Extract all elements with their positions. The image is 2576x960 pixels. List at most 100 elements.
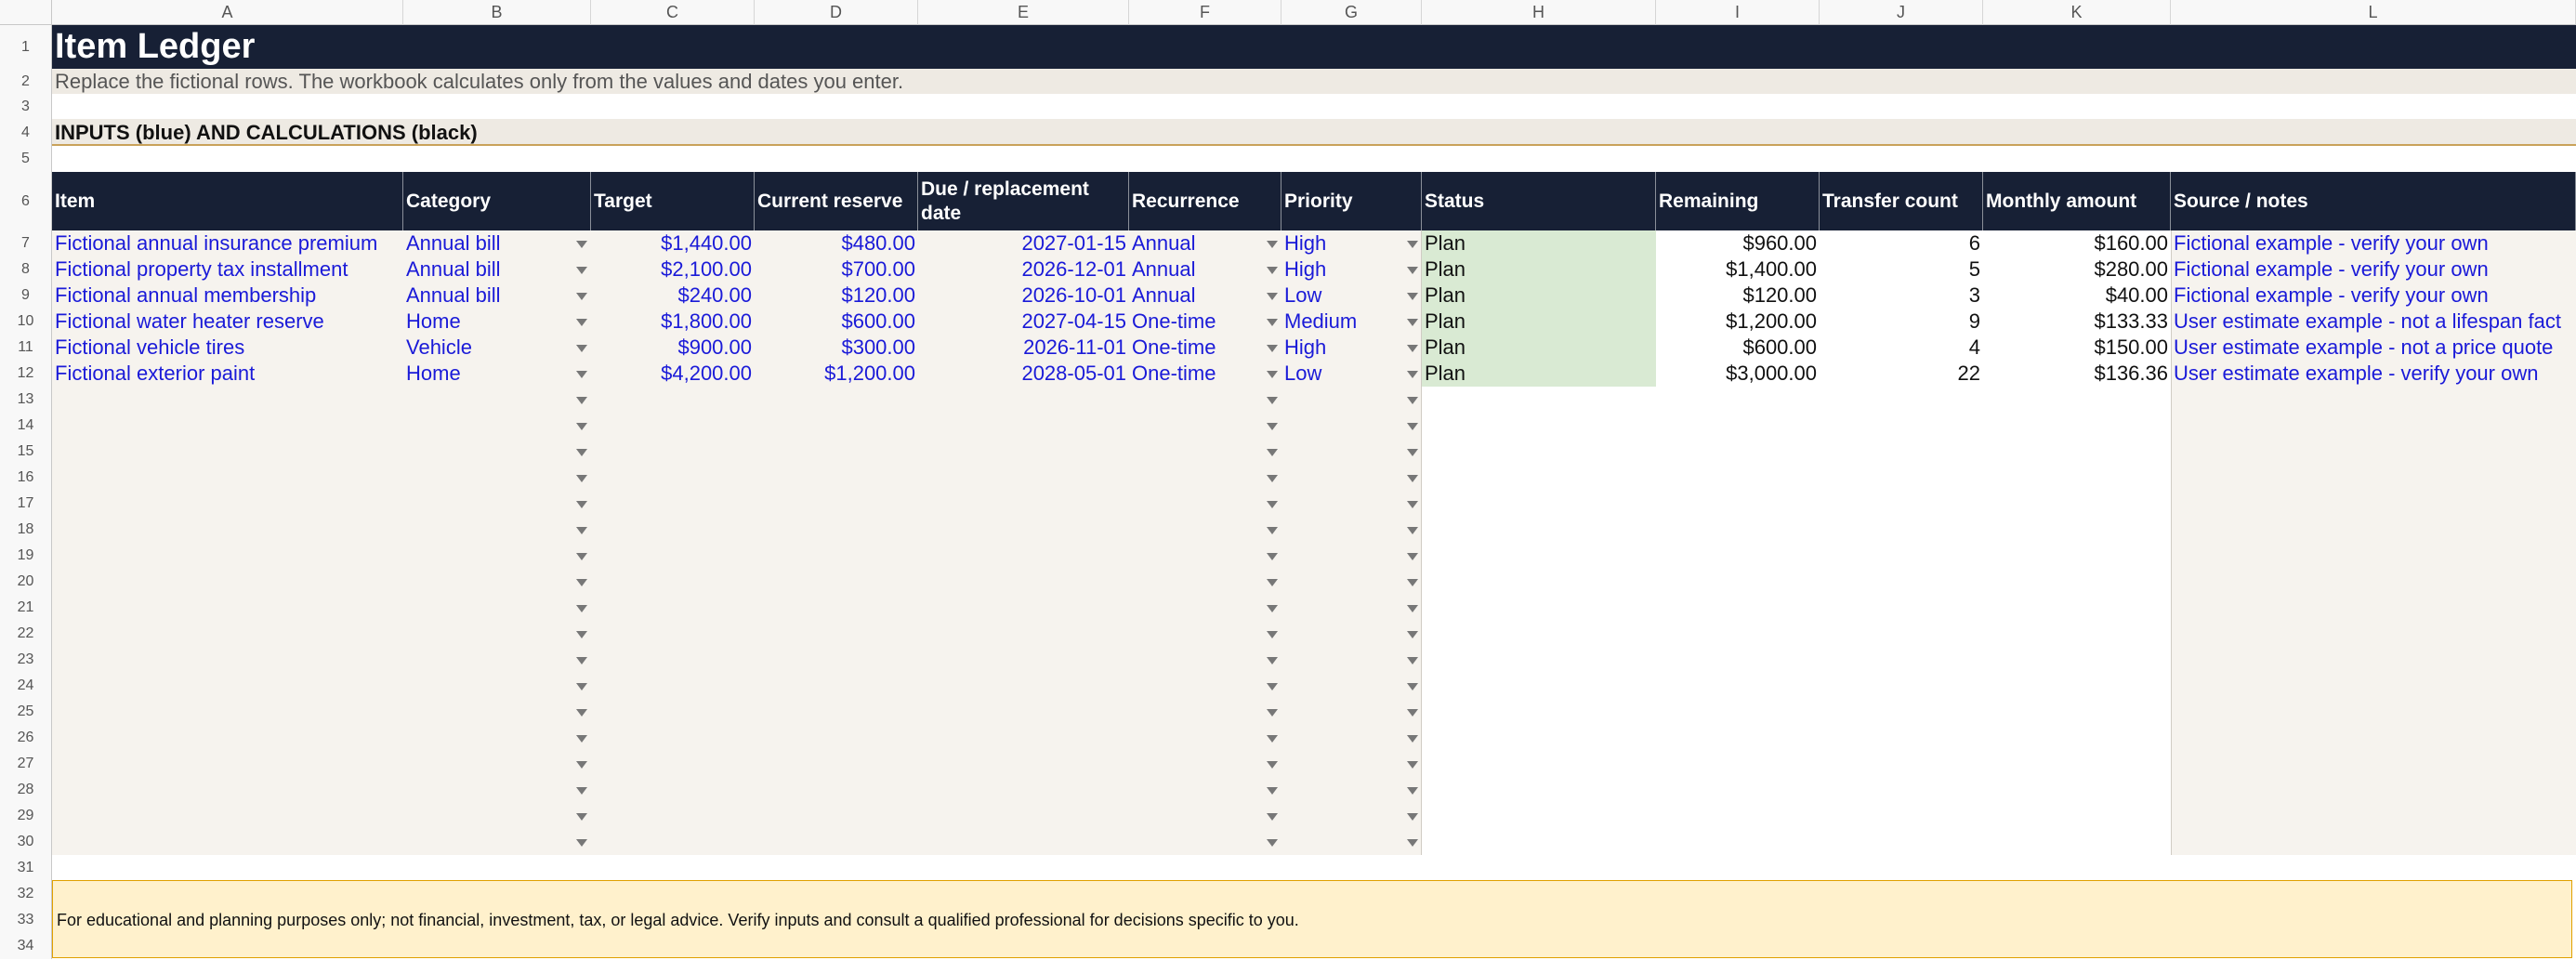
recurrence-cell[interactable]: Annual xyxy=(1129,283,1281,309)
row-header-25[interactable]: 25 xyxy=(0,699,52,725)
due-cell[interactable]: 2028-05-01 xyxy=(918,361,1129,387)
header-cell[interactable]: Item xyxy=(52,172,403,230)
recurrence-cell[interactable]: Annual xyxy=(1129,230,1281,256)
priority-cell[interactable]: Medium xyxy=(1281,309,1422,335)
chevron-down-icon[interactable] xyxy=(1267,605,1278,612)
transfers-cell[interactable]: 3 xyxy=(1820,283,1983,309)
priority-cell[interactable]: Low xyxy=(1281,283,1422,309)
chevron-down-icon[interactable] xyxy=(1267,683,1278,690)
column-header-h[interactable]: H xyxy=(1422,0,1656,25)
reserve-cell[interactable]: $480.00 xyxy=(755,230,918,256)
row-header-15[interactable]: 15 xyxy=(0,439,52,465)
chevron-down-icon[interactable] xyxy=(1267,449,1278,456)
status-cell[interactable]: Plan xyxy=(1422,361,1656,387)
column-header-j[interactable]: J xyxy=(1820,0,1983,25)
reserve-cell[interactable]: $120.00 xyxy=(755,283,918,309)
row-header-11[interactable]: 11 xyxy=(0,335,52,361)
chevron-down-icon[interactable] xyxy=(1267,475,1278,482)
header-cell[interactable]: Current reserve xyxy=(755,172,918,230)
header-cell[interactable]: Recurrence xyxy=(1129,172,1281,230)
chevron-down-icon[interactable] xyxy=(576,683,587,690)
item-cell[interactable]: Fictional vehicle tires xyxy=(52,335,403,361)
select-all-corner[interactable] xyxy=(0,0,52,25)
due-cell[interactable]: 2026-10-01 xyxy=(918,283,1129,309)
transfers-cell[interactable]: 5 xyxy=(1820,256,1983,283)
target-cell[interactable]: $4,200.00 xyxy=(591,361,755,387)
chevron-down-icon[interactable] xyxy=(576,579,587,586)
row-header-33[interactable]: 33 xyxy=(0,907,52,933)
category-cell[interactable]: Home xyxy=(403,361,591,387)
chevron-down-icon[interactable] xyxy=(1267,553,1278,560)
header-cell[interactable]: Category xyxy=(403,172,591,230)
sheet-subtitle[interactable]: Replace the fictional rows. The workbook… xyxy=(52,69,906,94)
chevron-down-icon[interactable] xyxy=(576,449,587,456)
chevron-down-icon[interactable] xyxy=(1267,241,1278,248)
header-cell[interactable]: Monthly amount xyxy=(1983,172,2171,230)
due-cell[interactable]: 2026-11-01 xyxy=(918,335,1129,361)
chevron-down-icon[interactable] xyxy=(1407,267,1418,274)
sheet-title[interactable]: Item Ledger xyxy=(52,25,257,69)
chevron-down-icon[interactable] xyxy=(1267,761,1278,769)
row-header-21[interactable]: 21 xyxy=(0,595,52,621)
chevron-down-icon[interactable] xyxy=(1407,449,1418,456)
notes-cell[interactable]: User estimate example - verify your own xyxy=(2171,361,2576,387)
chevron-down-icon[interactable] xyxy=(576,761,587,769)
chevron-down-icon[interactable] xyxy=(576,631,587,638)
monthly-cell[interactable]: $150.00 xyxy=(1983,335,2171,361)
chevron-down-icon[interactable] xyxy=(1267,423,1278,430)
row-header-9[interactable]: 9 xyxy=(0,283,52,309)
target-cell[interactable]: $240.00 xyxy=(591,283,755,309)
row-header-1[interactable]: 1 xyxy=(0,25,52,69)
row-header-31[interactable]: 31 xyxy=(0,855,52,881)
column-header-g[interactable]: G xyxy=(1281,0,1422,25)
item-cell[interactable]: Fictional annual membership xyxy=(52,283,403,309)
priority-cell[interactable]: High xyxy=(1281,230,1422,256)
row-header-23[interactable]: 23 xyxy=(0,647,52,673)
chevron-down-icon[interactable] xyxy=(1407,241,1418,248)
status-cell[interactable]: Plan xyxy=(1422,335,1656,361)
chevron-down-icon[interactable] xyxy=(1267,787,1278,795)
reserve-cell[interactable]: $300.00 xyxy=(755,335,918,361)
transfers-cell[interactable]: 4 xyxy=(1820,335,1983,361)
target-cell[interactable]: $1,800.00 xyxy=(591,309,755,335)
row-header-5[interactable]: 5 xyxy=(0,146,52,172)
recurrence-cell[interactable]: One-time xyxy=(1129,335,1281,361)
column-header-a[interactable]: A xyxy=(52,0,403,25)
target-cell[interactable]: $2,100.00 xyxy=(591,256,755,283)
chevron-down-icon[interactable] xyxy=(1267,631,1278,638)
chevron-down-icon[interactable] xyxy=(576,371,587,378)
remaining-cell[interactable]: $600.00 xyxy=(1656,335,1820,361)
chevron-down-icon[interactable] xyxy=(576,241,587,248)
chevron-down-icon[interactable] xyxy=(576,423,587,430)
chevron-down-icon[interactable] xyxy=(1407,631,1418,638)
transfers-cell[interactable]: 22 xyxy=(1820,361,1983,387)
notes-cell[interactable]: Fictional example - verify your own xyxy=(2171,283,2576,309)
item-cell[interactable]: Fictional exterior paint xyxy=(52,361,403,387)
chevron-down-icon[interactable] xyxy=(1267,813,1278,821)
header-cell[interactable]: Source / notes xyxy=(2171,172,2576,230)
chevron-down-icon[interactable] xyxy=(1407,501,1418,508)
remaining-cell[interactable]: $1,400.00 xyxy=(1656,256,1820,283)
header-cell[interactable]: Due / replacement date xyxy=(918,172,1129,230)
recurrence-cell[interactable]: One-time xyxy=(1129,309,1281,335)
notes-cell[interactable]: Fictional example - verify your own xyxy=(2171,230,2576,256)
remaining-cell[interactable]: $1,200.00 xyxy=(1656,309,1820,335)
chevron-down-icon[interactable] xyxy=(576,475,587,482)
chevron-down-icon[interactable] xyxy=(576,345,587,352)
chevron-down-icon[interactable] xyxy=(576,501,587,508)
target-cell[interactable]: $1,440.00 xyxy=(591,230,755,256)
header-cell[interactable]: Priority xyxy=(1281,172,1422,230)
header-cell[interactable]: Remaining xyxy=(1656,172,1820,230)
column-header-e[interactable]: E xyxy=(918,0,1129,25)
row-header-28[interactable]: 28 xyxy=(0,777,52,803)
chevron-down-icon[interactable] xyxy=(576,319,587,326)
status-cell[interactable]: Plan xyxy=(1422,256,1656,283)
column-header-d[interactable]: D xyxy=(755,0,918,25)
header-cell[interactable]: Target xyxy=(591,172,755,230)
due-cell[interactable]: 2026-12-01 xyxy=(918,256,1129,283)
row-header-18[interactable]: 18 xyxy=(0,517,52,543)
monthly-cell[interactable]: $160.00 xyxy=(1983,230,2171,256)
chevron-down-icon[interactable] xyxy=(1407,787,1418,795)
row-header-22[interactable]: 22 xyxy=(0,621,52,647)
item-cell[interactable]: Fictional water heater reserve xyxy=(52,309,403,335)
